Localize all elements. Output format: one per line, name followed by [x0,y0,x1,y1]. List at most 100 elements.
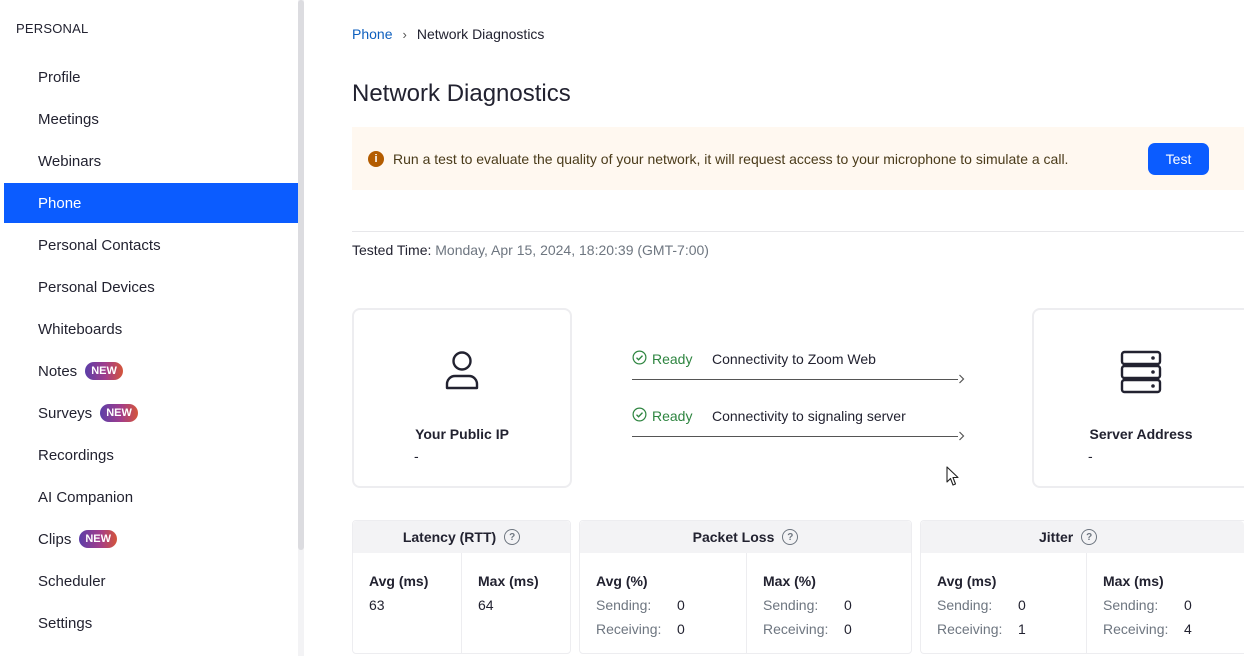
packet-loss-panel: Packet Loss ? Avg (%) Sending: 0 Receivin… [579,520,912,654]
sidebar-item-clips[interactable]: Clips NEW [4,519,298,559]
sending-label: Sending: [763,597,819,613]
ready-status-label: Ready [652,351,693,367]
sidebar-item-profile[interactable]: Profile [4,57,298,97]
latency-panel: Latency (RTT) ? Avg (ms) 63 Max (ms) 64 [352,520,571,654]
main-content: Phone › Network Diagnostics Network Diag… [304,0,1244,656]
info-icon: i [368,150,384,167]
latency-avg-label: Avg (ms) [369,573,429,589]
server-address-value: - [1088,448,1093,464]
packet-loss-max-column: Max (%) Sending: 0 Receiving: 0 [746,553,912,653]
server-icon [1120,350,1162,399]
sidebar-item-label: Whiteboards [38,320,123,338]
sidebar-item-meetings[interactable]: Meetings [4,99,298,139]
sending-label: Sending: [596,597,652,613]
receiving-label: Receiving: [1103,621,1169,637]
receiving-label: Receiving: [937,621,1003,637]
connectivity-label: Connectivity to Zoom Web [712,351,876,367]
server-address-title: Server Address [1089,426,1193,442]
latency-avg-column: Avg (ms) 63 [353,553,461,653]
sending-value: 0 [1184,597,1192,613]
sidebar-item-recordings[interactable]: Recordings [4,435,298,475]
user-icon [444,350,480,397]
latency-max-label: Max (ms) [478,573,539,589]
packet-loss-avg-label: Avg (%) [596,573,648,589]
breadcrumb: Phone › Network Diagnostics [352,26,544,42]
breadcrumb-separator: › [402,26,407,42]
sidebar-item-personal-contacts[interactable]: Personal Contacts [4,225,298,265]
sidebar: PERSONAL Profile Meetings Webinars Phone… [0,0,304,656]
receiving-label: Receiving: [763,621,829,637]
banner-text: Run a test to evaluate the quality of yo… [393,150,1069,167]
ready-status: Ready [632,407,692,425]
sidebar-item-phone[interactable]: Phone [4,183,298,223]
check-circle-icon [632,407,647,425]
chevron-right-icon [958,429,966,448]
sidebar-item-settings[interactable]: Settings [4,603,298,643]
receiving-row: Receiving: 0 [596,621,685,637]
sidebar-item-label: Meetings [38,110,99,128]
sidebar-item-ai-companion[interactable]: AI Companion [4,477,298,517]
sidebar-item-webinars[interactable]: Webinars [4,141,298,181]
sidebar-item-notes[interactable]: Notes NEW [4,351,298,391]
sending-row: Sending: 0 [1103,597,1192,613]
test-button[interactable]: Test [1148,143,1209,175]
tested-time-value: Monday, Apr 15, 2024, 18:20:39 (GMT-7:00… [435,242,709,258]
chevron-right-icon [958,372,966,391]
latency-header: Latency (RTT) ? [353,521,570,553]
breadcrumb-phone-link[interactable]: Phone [352,26,392,42]
check-circle-icon [632,350,647,368]
sidebar-item-label: Recordings [38,446,114,464]
sidebar-item-label: Scheduler [38,572,106,590]
ready-status-label: Ready [652,408,693,424]
latency-max-column: Max (ms) 64 [461,553,571,653]
receiving-value: 4 [1184,621,1192,637]
latency-avg-value: 63 [369,597,385,613]
connectivity-row-zoom-web: Ready Connectivity to Zoom Web [632,350,968,390]
jitter-header: Jitter ? [921,521,1244,553]
new-badge: NEW [100,404,138,422]
receiving-value: 0 [677,621,685,637]
sending-row: Sending: 0 [763,597,852,613]
connection-line [632,379,958,380]
packet-loss-avg-column: Avg (%) Sending: 0 Receiving: 0 [580,553,746,653]
help-icon[interactable]: ? [504,529,521,545]
sending-value: 0 [1018,597,1026,613]
sending-value: 0 [844,597,852,613]
sidebar-item-surveys[interactable]: Surveys NEW [4,393,298,433]
receiving-row: Receiving: 1 [937,621,1026,637]
jitter-panel: Jitter ? Avg (ms) Sending: 0 Receiving: 1 … [920,520,1244,654]
sidebar-item-label: Notes [38,362,78,380]
sending-row: Sending: 0 [596,597,685,613]
sidebar-item-label: Settings [38,614,93,632]
sidebar-item-personal-devices[interactable]: Personal Devices [4,267,298,307]
public-ip-title: Your Public IP [415,426,509,442]
sidebar-item-scheduler[interactable]: Scheduler [4,561,298,601]
ready-status: Ready [632,350,692,368]
latency-title: Latency (RTT) [402,529,497,545]
tested-time: Tested Time: Monday, Apr 15, 2024, 18:20… [352,242,709,258]
help-icon[interactable]: ? [1081,529,1098,545]
help-icon[interactable]: ? [782,529,799,545]
receiving-row: Receiving: 0 [763,621,852,637]
packet-loss-max-label: Max (%) [763,573,816,589]
server-address-card: Server Address - [1032,308,1244,488]
sidebar-section-title: PERSONAL [16,21,89,36]
sidebar-item-label: Phone [38,194,82,212]
sidebar-item-label: Clips [38,530,72,548]
sidebar-item-whiteboards[interactable]: Whiteboards [4,309,298,349]
jitter-max-label: Max (ms) [1103,573,1164,589]
jitter-title: Jitter [1039,529,1074,545]
info-banner: i Run a test to evaluate the quality of … [352,127,1244,190]
sending-row: Sending: 0 [937,597,1026,613]
new-badge: NEW [85,362,123,380]
receiving-label: Receiving: [596,621,662,637]
divider [352,231,1244,232]
public-ip-value: - [414,448,419,464]
sending-label: Sending: [1103,597,1159,613]
jitter-avg-column: Avg (ms) Sending: 0 Receiving: 1 [921,553,1086,653]
connection-line [632,436,958,437]
new-badge: NEW [79,530,118,548]
receiving-row: Receiving: 4 [1103,621,1192,637]
jitter-max-column: Max (ms) Sending: 0 Receiving: 4 [1086,553,1244,653]
sending-value: 0 [677,597,685,613]
